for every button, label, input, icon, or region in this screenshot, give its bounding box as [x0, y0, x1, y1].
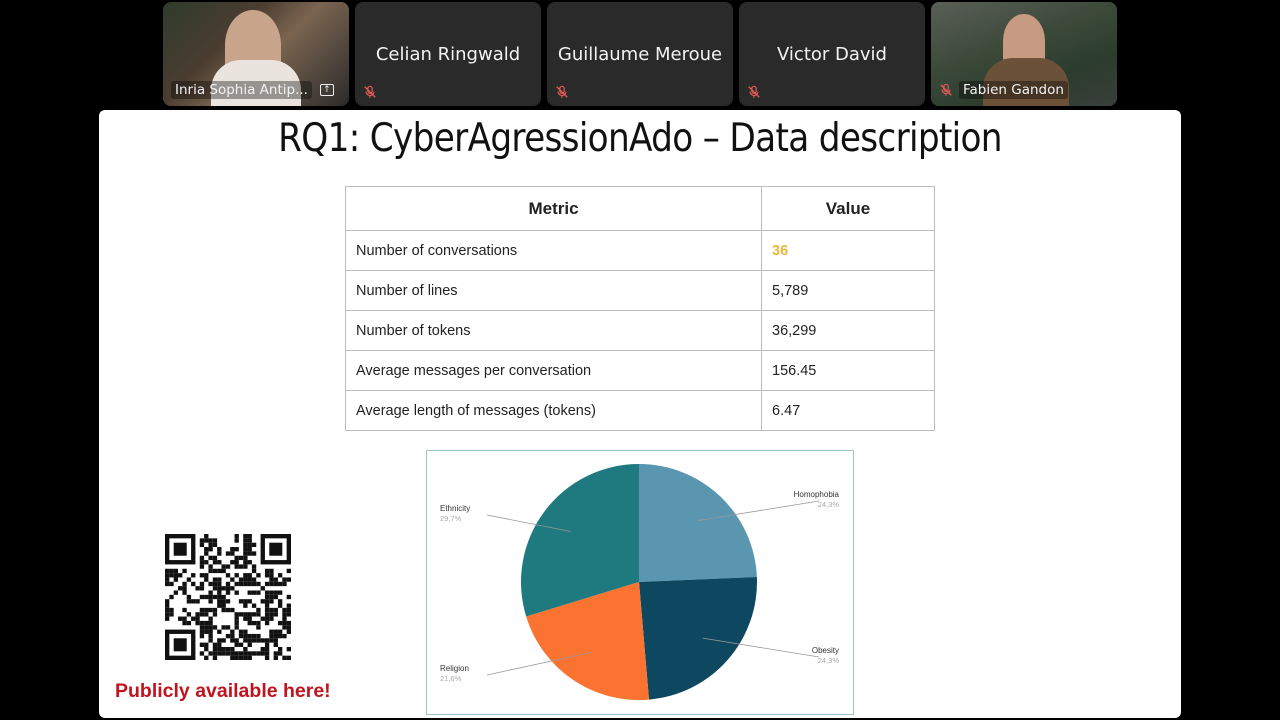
participant-name: Celian Ringwald: [375, 44, 521, 65]
table-header-metric: Metric: [345, 186, 762, 231]
pie-chart-frame: Homophobia 24,3% Obesity 24,3% Religion 21,6%…: [426, 450, 854, 715]
participant-name: Victor David: [777, 44, 887, 65]
participant-tile-fabien[interactable]: Fabien Gandon: [931, 2, 1117, 106]
mic-muted-icon: [748, 85, 760, 98]
pie-value-label: 24,3%: [818, 500, 840, 509]
table-row: Number of conversations 36: [345, 230, 935, 271]
participant-name: Fabien Gandon: [959, 81, 1068, 99]
table-header-value: Value: [761, 186, 935, 231]
participant-tile-celian[interactable]: Celian Ringwald: [355, 2, 541, 106]
participant-tile-inria[interactable]: Inria Sophia Antip... ↑: [163, 2, 349, 106]
participant-tile-victor[interactable]: Victor David: [739, 2, 925, 106]
table-row: Average messages per conversation 156.45: [345, 350, 935, 391]
mic-muted-icon: [556, 85, 568, 98]
table-cell-value: 6.47: [761, 390, 935, 431]
participant-label: Fabien Gandon: [939, 81, 1068, 99]
pie-value-label: 24,3%: [818, 656, 840, 665]
qr-caption: Publicly available here!: [115, 680, 331, 702]
table-cell-value: 36,299: [761, 310, 935, 351]
pie-label: Ethnicity: [440, 504, 470, 513]
participant-label: [555, 85, 569, 99]
pie-slice-homophobia: [639, 464, 757, 582]
screen-share-icon: ↑: [319, 84, 334, 96]
table-row: Average length of messages (tokens) 6.47: [345, 390, 935, 431]
mic-muted-icon: [364, 85, 376, 98]
pie-chart: Homophobia24,3%Obesity24,3%Religion21,6%…: [440, 464, 840, 700]
participant-name: Guillaume Meroue: [557, 44, 723, 65]
table-cell-metric: Number of tokens: [345, 310, 762, 351]
table-cell-metric: Average length of messages (tokens): [345, 390, 762, 431]
qr-code-icon[interactable]: [165, 534, 291, 660]
participant-label: [747, 85, 761, 99]
table-cell-value: 5,789: [761, 270, 935, 311]
mic-muted-icon: [940, 83, 952, 96]
participant-name: Inria Sophia Antip...: [171, 81, 312, 99]
table-cell-metric: Number of lines: [345, 270, 762, 311]
table-cell-metric: Average messages per conversation: [345, 350, 762, 391]
participant-tile-guillaume[interactable]: Guillaume Meroue: [547, 2, 733, 106]
participant-label: [363, 85, 377, 99]
table-cell-value: 36: [761, 230, 935, 271]
pie-label: Homophobia: [794, 490, 840, 499]
shared-slide: RQ1: CyberAgressionAdo – Data descriptio…: [99, 110, 1181, 718]
pie-value-label: 21,6%: [440, 674, 462, 683]
pie-value-label: 29,7%: [440, 514, 462, 523]
pie-label: Obesity: [812, 646, 839, 655]
metrics-table: Metric Value Number of conversations 36 …: [345, 186, 935, 431]
table-cell-metric: Number of conversations: [345, 230, 762, 271]
table-row: Number of tokens 36,299: [345, 310, 935, 351]
table-header-row: Metric Value: [345, 186, 935, 231]
slide-title: RQ1: CyberAgressionAdo – Data descriptio…: [278, 116, 1002, 161]
table-cell-value: 156.45: [761, 350, 935, 391]
participant-label: Inria Sophia Antip... ↑: [171, 81, 334, 99]
pie-label: Religion: [440, 664, 469, 673]
pie-slice-obesity: [639, 576, 757, 700]
table-row: Number of lines 5,789: [345, 270, 935, 311]
